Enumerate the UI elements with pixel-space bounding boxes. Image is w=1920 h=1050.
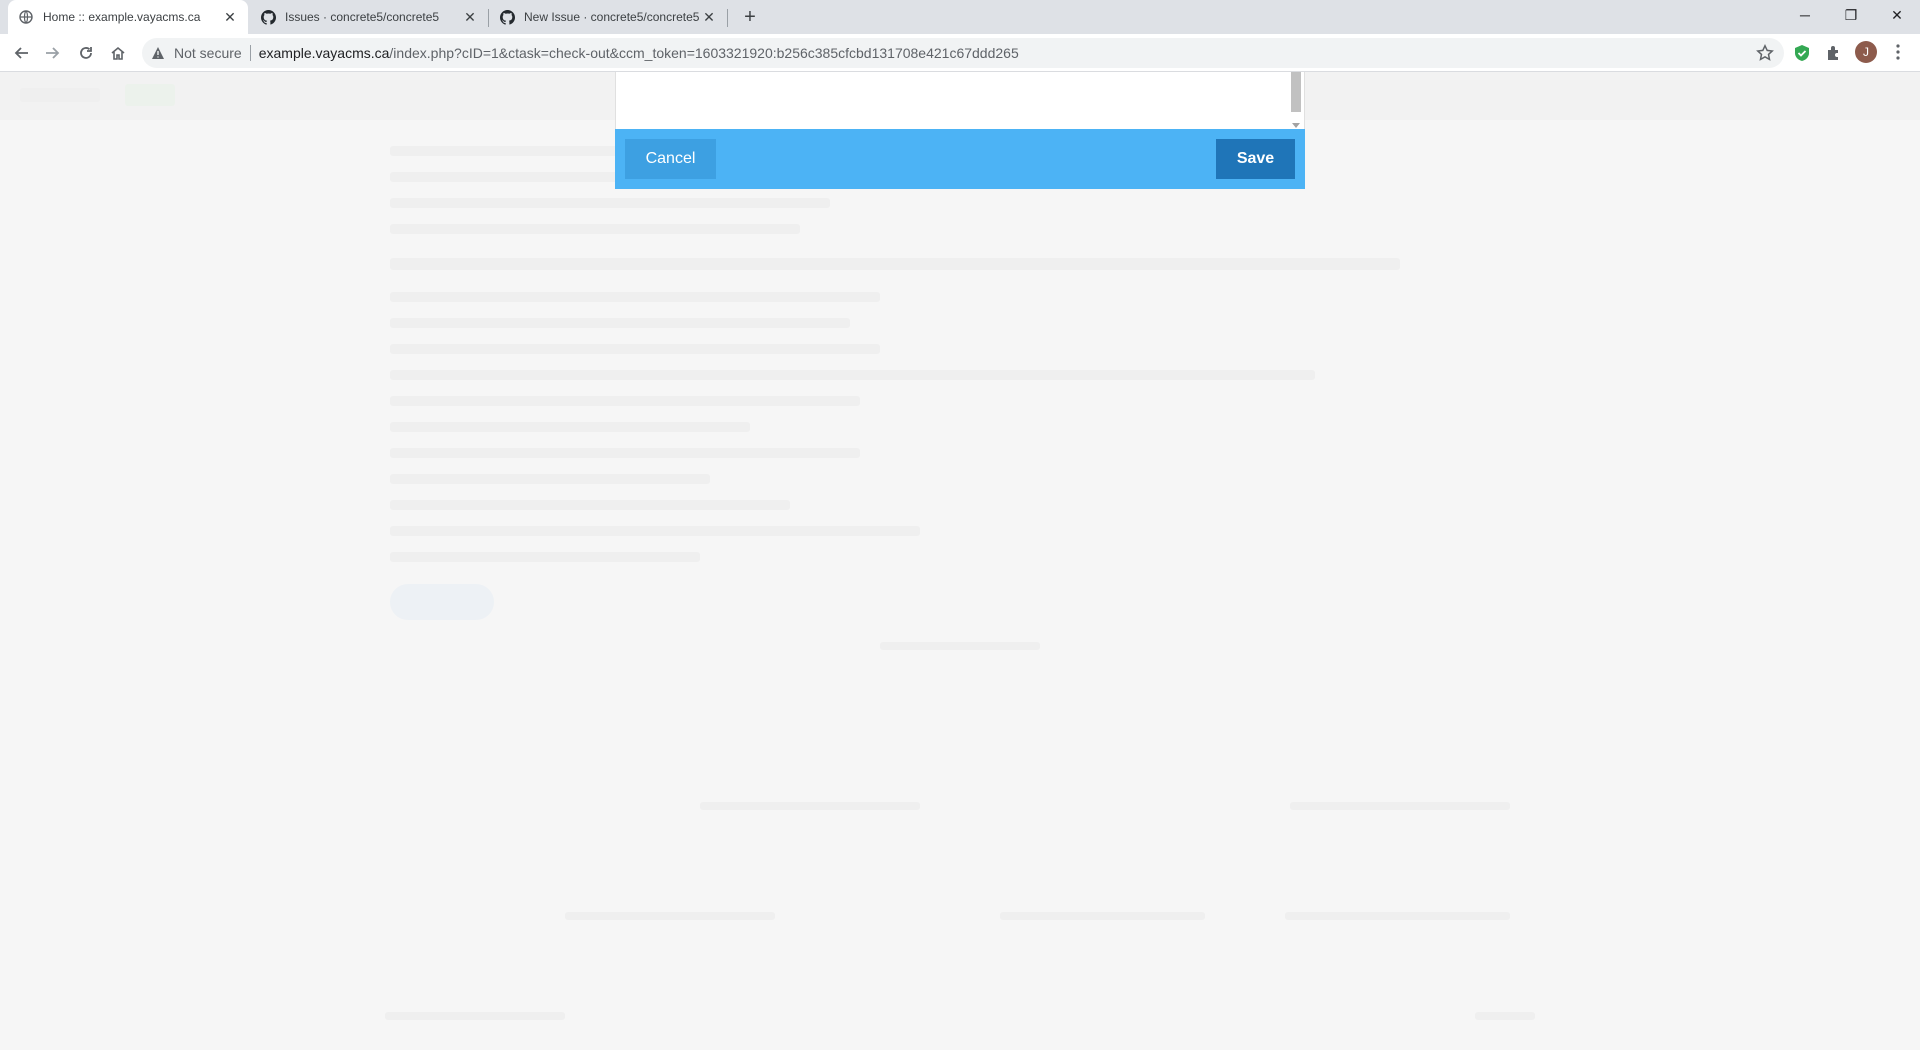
tab-strip: Home :: example.vayacms.ca ✕ Issues · co… — [0, 0, 1920, 34]
profile-avatar[interactable]: J — [1855, 41, 1877, 63]
tab-issues[interactable]: Issues · concrete5/concrete5 ✕ — [250, 0, 488, 34]
close-icon[interactable]: ✕ — [462, 9, 478, 25]
modal-overlay[interactable] — [0, 72, 1920, 1050]
tab-title: New Issue · concrete5/concrete5 — [524, 10, 700, 24]
globe-icon — [18, 9, 34, 25]
more-menu-icon[interactable] — [1888, 40, 1908, 64]
back-button[interactable] — [8, 39, 36, 67]
reload-icon — [80, 47, 92, 59]
restore-button[interactable]: ❐ — [1828, 0, 1874, 30]
save-button[interactable]: Save — [1216, 139, 1295, 179]
tab-title: Issues · concrete5/concrete5 — [285, 10, 440, 24]
arrow-left-icon — [14, 47, 28, 59]
forward-button[interactable] — [38, 39, 66, 67]
home-button[interactable] — [104, 39, 132, 67]
warning-icon[interactable] — [150, 45, 166, 61]
tab-new-issue[interactable]: New Issue · concrete5/concrete5 ✕ — [489, 0, 727, 34]
edit-dialog: Cancel Save — [615, 72, 1305, 189]
address-divider — [249, 45, 251, 61]
dialog-footer: Cancel Save — [615, 129, 1305, 189]
bookmark-star-icon[interactable] — [1756, 44, 1774, 62]
github-icon — [260, 9, 276, 25]
puzzle-extensions-icon[interactable] — [1824, 43, 1844, 63]
cancel-button[interactable]: Cancel — [625, 139, 716, 179]
address-bar[interactable]: Not secure example.vayacms.ca/index.php?… — [142, 38, 1784, 68]
scroll-down-arrow-icon[interactable] — [1292, 123, 1300, 128]
dialog-content-area[interactable] — [615, 72, 1305, 129]
url-path: /index.php?cID=1&ctask=check-out&ccm_tok… — [389, 45, 1019, 61]
dialog-scrollbar[interactable] — [1290, 72, 1302, 128]
home-icon — [111, 46, 125, 60]
arrow-right-icon — [46, 47, 60, 59]
tab-separator — [727, 9, 728, 27]
shield-extension-icon[interactable] — [1792, 43, 1812, 63]
tab-home[interactable]: Home :: example.vayacms.ca ✕ — [8, 0, 248, 34]
new-tab-button[interactable]: + — [738, 5, 762, 29]
url-host: example.vayacms.ca — [258, 45, 390, 61]
scrollbar-thumb[interactable] — [1291, 72, 1301, 112]
reload-button[interactable] — [72, 39, 100, 67]
tab-title: Home :: example.vayacms.ca — [43, 10, 201, 24]
window-close-button[interactable]: ✕ — [1874, 0, 1920, 30]
close-icon[interactable]: ✕ — [701, 9, 717, 25]
github-icon — [499, 9, 515, 25]
close-icon[interactable]: ✕ — [222, 9, 238, 25]
minimize-button[interactable]: ─ — [1782, 0, 1828, 30]
browser-toolbar: Not secure example.vayacms.ca/index.php?… — [0, 34, 1920, 72]
security-label[interactable]: Not secure — [174, 45, 242, 61]
